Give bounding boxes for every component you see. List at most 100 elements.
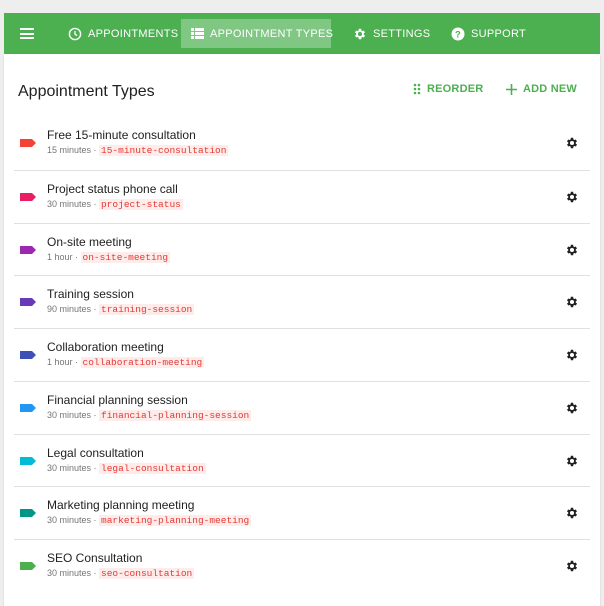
appointment-type-row[interactable]: Marketing planning meeting 30 minutes · … xyxy=(14,486,590,539)
settings-gear-icon[interactable] xyxy=(565,295,579,309)
color-tag-icon xyxy=(20,298,36,307)
separator: · xyxy=(72,251,81,262)
appointment-type-name: Legal consultation xyxy=(47,445,144,460)
separator: · xyxy=(91,145,100,155)
appointment-type-details: 30 minutes · marketing-planning-meeting xyxy=(47,515,252,527)
color-tag-tip xyxy=(32,509,36,518)
settings-gear-icon[interactable] xyxy=(565,136,579,150)
appointment-type-duration: 90 minutes xyxy=(47,304,92,315)
color-tag-icon xyxy=(20,562,36,570)
appointment-type-slug: financial-planning-session xyxy=(99,409,252,421)
appointment-type-row[interactable]: Free 15-minute consultation 15 minutes ·… xyxy=(14,117,590,170)
separator: · xyxy=(91,304,100,315)
appointment-type-name: Free 15-minute consultation xyxy=(47,128,196,142)
appointment-type-list: Free 15-minute consultation 15 minutes ·… xyxy=(14,117,590,592)
color-tag-tip xyxy=(32,298,36,307)
add-new-button[interactable]: ADD NEW xyxy=(506,83,577,95)
appointment-type-row[interactable]: Collaboration meeting 1 hour · collabora… xyxy=(14,328,590,381)
color-tag-icon xyxy=(20,509,36,518)
appointment-type-duration: 1 hour xyxy=(47,357,73,367)
appointment-type-row[interactable]: Training session 90 minutes · training-s… xyxy=(14,275,590,328)
appointment-type-name: Training session xyxy=(47,287,134,302)
appointment-type-details: 15 minutes · 15-minute-consultation xyxy=(47,145,229,156)
color-tag-tip xyxy=(32,351,36,359)
color-tag-icon xyxy=(20,245,36,254)
appointment-type-row[interactable]: Legal consultation 30 minutes · legal-co… xyxy=(14,433,590,487)
appointment-type-slug: seo-consultation xyxy=(99,568,195,579)
appointment-type-duration: 15 minutes xyxy=(47,145,92,155)
color-tag-icon xyxy=(20,403,36,412)
appointment-types-card: Appointment Types REORDER ADD NEW Free 1… xyxy=(4,54,600,606)
page-title: Appointment Types xyxy=(18,83,155,100)
appointment-type-duration: 30 minutes xyxy=(47,515,92,526)
appointment-type-name: On-site meeting xyxy=(47,234,132,249)
separator: · xyxy=(72,357,81,367)
appointment-type-details: 30 minutes · legal-consultation xyxy=(47,462,206,474)
list-icon xyxy=(191,27,204,41)
tab-appointment-types-label: APPOINTMENT TYPES xyxy=(210,27,334,40)
add-new-label: ADD NEW xyxy=(523,83,577,95)
gear-icon xyxy=(353,27,367,41)
color-tag-icon xyxy=(20,456,36,465)
settings-gear-icon[interactable] xyxy=(565,348,579,362)
appointment-type-details: 1 hour · on-site-meeting xyxy=(47,251,171,263)
hamburger-menu-icon[interactable] xyxy=(20,28,34,39)
appointment-type-slug: marketing-planning-meeting xyxy=(99,515,252,527)
appointment-type-details: 30 minutes · seo-consultation xyxy=(47,568,195,579)
color-tag-tip xyxy=(32,192,36,201)
appointment-type-slug: project-status xyxy=(99,198,183,210)
appointment-type-details: 1 hour · collaboration-meeting xyxy=(47,357,205,368)
reorder-button[interactable]: REORDER xyxy=(413,83,483,95)
appointment-type-duration: 30 minutes xyxy=(47,198,92,209)
tab-support[interactable]: ? SUPPORT xyxy=(441,19,536,48)
color-tag-icon xyxy=(20,139,36,147)
settings-gear-icon[interactable] xyxy=(565,190,579,204)
appointment-type-slug: on-site-meeting xyxy=(80,251,171,263)
appointment-type-duration: 30 minutes xyxy=(47,568,92,578)
settings-gear-icon[interactable] xyxy=(565,506,579,520)
tab-appointments-label: APPOINTMENTS xyxy=(88,27,179,40)
color-tag-tip xyxy=(32,562,36,570)
appointment-type-row[interactable]: SEO Consultation 30 minutes · seo-consul… xyxy=(14,539,590,592)
tab-appointments[interactable]: APPOINTMENTS xyxy=(58,19,188,48)
top-nav-bar: APPOINTMENTS APPOINTMENT TYPES SETTINGS … xyxy=(4,13,600,54)
appointment-type-slug: 15-minute-consultation xyxy=(99,145,229,156)
tab-settings-label: SETTINGS xyxy=(373,27,431,40)
appointment-type-details: 90 minutes · training-session xyxy=(47,304,195,316)
tab-settings[interactable]: SETTINGS xyxy=(343,19,440,48)
clock-icon xyxy=(68,27,82,41)
separator: · xyxy=(91,462,100,473)
color-tag-icon xyxy=(20,192,36,201)
appointment-type-name: Project status phone call xyxy=(47,181,178,196)
settings-gear-icon[interactable] xyxy=(565,559,579,573)
color-tag-tip xyxy=(32,403,36,412)
tab-support-label: SUPPORT xyxy=(471,27,527,40)
settings-gear-icon[interactable] xyxy=(565,243,579,257)
settings-gear-icon[interactable] xyxy=(565,401,579,415)
appointment-type-details: 30 minutes · financial-planning-session xyxy=(47,409,252,421)
drag-handle-icon xyxy=(413,83,421,95)
appointment-type-duration: 30 minutes xyxy=(47,462,92,473)
appointment-type-slug: legal-consultation xyxy=(99,462,206,474)
settings-gear-icon[interactable] xyxy=(565,454,579,468)
separator: · xyxy=(91,568,100,578)
appointment-type-name: SEO Consultation xyxy=(47,551,143,565)
appointment-type-duration: 1 hour xyxy=(47,251,73,262)
appointment-type-name: Marketing planning meeting xyxy=(47,498,195,513)
help-icon: ? xyxy=(451,27,465,41)
appointment-type-duration: 30 minutes xyxy=(47,409,92,420)
appointment-type-details: 30 minutes · project-status xyxy=(47,198,183,210)
appointment-type-row[interactable]: On-site meeting 1 hour · on-site-meeting xyxy=(14,222,590,276)
appointment-type-name: Financial planning session xyxy=(47,392,188,407)
appointment-type-row[interactable]: Project status phone call 30 minutes · p… xyxy=(14,169,590,223)
appointment-type-slug: training-session xyxy=(99,304,195,316)
reorder-label: REORDER xyxy=(427,83,484,95)
tab-appointment-types[interactable]: APPOINTMENT TYPES xyxy=(181,19,334,48)
color-tag-tip xyxy=(32,456,36,465)
appointment-type-row[interactable]: Financial planning session 30 minutes · … xyxy=(14,380,590,434)
appointment-type-name: Collaboration meeting xyxy=(47,340,164,354)
color-tag-icon xyxy=(20,351,36,359)
separator: · xyxy=(91,515,100,526)
appointment-type-slug: collaboration-meeting xyxy=(80,357,205,368)
color-tag-tip xyxy=(32,245,36,254)
